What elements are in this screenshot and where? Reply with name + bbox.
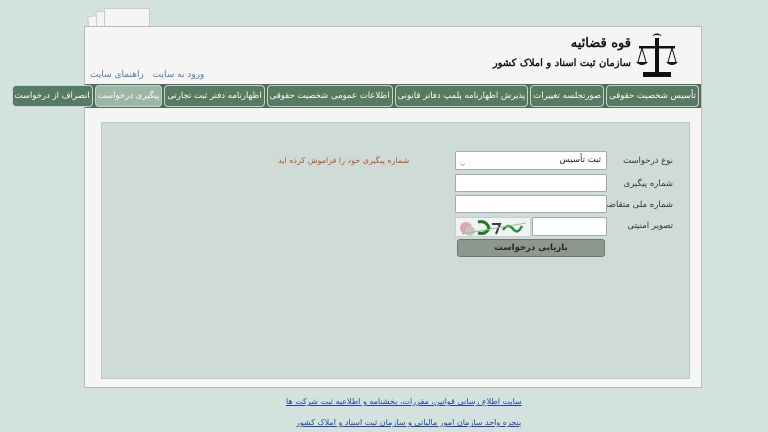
tracking-number-label: شماره پیگیری bbox=[623, 179, 673, 189]
scales-of-justice-icon bbox=[636, 33, 678, 77]
nav-item-commercial-registry[interactable]: اظهارنامه دفتر ثبت تجارتی bbox=[164, 85, 265, 107]
main-frame: قوه قضائیه سازمان ثبت اسناد و املاک کشور… bbox=[11, 26, 702, 388]
site-logo: قوه قضائیه سازمان ثبت اسناد و املاک کشور bbox=[493, 30, 679, 84]
tracking-form-panel: نوع درخواست ثبت تأسیس ⌵ شماره پیگیری شما… bbox=[101, 122, 690, 379]
captcha-label: تصویر امنیتی bbox=[627, 221, 673, 231]
login-link[interactable]: ورود به سایت bbox=[153, 70, 205, 80]
nav-item-track-request[interactable]: پیگیری درخواست bbox=[94, 85, 163, 107]
main-nav: تأسیس شخصیت حقوقی صورتجلسه تغییرات پذیرش… bbox=[11, 84, 701, 108]
footer-link-tax-window[interactable]: پنجره واحد سازمان امور مالیاتی و سازمان … bbox=[296, 418, 521, 427]
request-type-label: نوع درخواست bbox=[623, 156, 673, 166]
site-header: قوه قضائیه سازمان ثبت اسناد و املاک کشور… bbox=[85, 27, 701, 85]
nav-item-ledger-sealing[interactable]: پذیرش اظهارنامه پلمپ دفاتر قانونی bbox=[394, 85, 529, 107]
nav-item-cancel-request[interactable]: انصراف از درخواست bbox=[11, 85, 93, 107]
captcha-input[interactable] bbox=[532, 217, 607, 236]
nav-item-public-info[interactable]: اطلاعات عمومی شخصیت حقوقی bbox=[266, 85, 393, 107]
captcha-graphic bbox=[460, 220, 527, 236]
captcha-image bbox=[455, 217, 531, 237]
footer-link-regulations[interactable]: سایت اطلاع رسانی قوانین، مقررات، بخشنامه… bbox=[286, 397, 522, 406]
request-type-value: ثبت تأسیس bbox=[559, 155, 601, 165]
logo-title: قوه قضائیه bbox=[570, 36, 631, 51]
nav-item-change-minutes[interactable]: صورتجلسه تغییرات bbox=[530, 85, 605, 107]
tracking-number-input[interactable] bbox=[455, 174, 607, 192]
forgot-tracking-link[interactable]: شماره پیگیری خود را فراموش کرده اید bbox=[278, 156, 409, 165]
logo-subtitle: سازمان ثبت اسناد و املاک کشور bbox=[492, 58, 631, 69]
chevron-down-icon: ⌵ bbox=[460, 160, 466, 168]
national-id-input[interactable] bbox=[455, 195, 607, 213]
nav-item-establish-company[interactable]: تأسیس شخصیت حقوقی bbox=[606, 85, 699, 107]
national-id-label: شماره ملی متقاضی bbox=[601, 200, 673, 210]
header-links: ورود به سایت راهنمای سایت bbox=[87, 70, 207, 80]
request-type-select[interactable]: ثبت تأسیس ⌵ bbox=[455, 151, 607, 170]
help-link[interactable]: راهنمای سایت bbox=[90, 70, 144, 80]
retrieve-request-button[interactable]: بازیابی درخواست bbox=[457, 239, 605, 257]
